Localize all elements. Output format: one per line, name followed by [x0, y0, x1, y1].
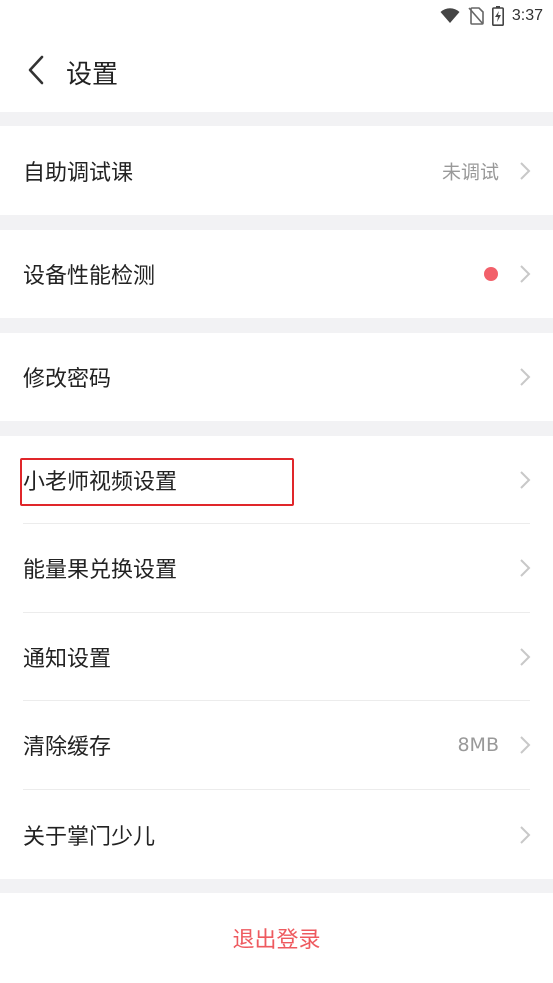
status-time: 3:37 — [511, 7, 543, 24]
about-row[interactable]: 关于掌门少儿 — [0, 790, 553, 879]
section-gap — [0, 879, 553, 893]
section-gap — [0, 421, 553, 436]
device-performance-check-row[interactable]: 设备性能检测 — [0, 230, 553, 318]
row-value: 8MB — [457, 734, 499, 756]
notification-settings-row[interactable]: 通知设置 — [0, 613, 553, 701]
chevron-right-icon — [520, 471, 531, 489]
row-label: 设备性能检测 — [23, 264, 156, 289]
row-label: 自助调试课 — [23, 160, 134, 186]
clear-cache-row[interactable]: 清除缓存 8MB — [0, 701, 553, 789]
chevron-right-icon — [520, 559, 531, 577]
section-gap — [0, 318, 553, 333]
row-value: 未调试 — [441, 161, 499, 183]
page-title: 设置 — [66, 60, 119, 90]
chevron-right-icon — [520, 825, 531, 844]
settings-screen: 3:37 设置 自助调试课 未调试 设备性能检测 修改密码 小老师视频设置 能量… — [0, 0, 553, 983]
header: 设置 — [0, 32, 553, 112]
row-label: 通知设置 — [23, 647, 112, 672]
row-label: 清除缓存 — [23, 735, 112, 760]
chevron-right-icon — [520, 736, 531, 754]
chevron-right-icon — [520, 648, 531, 666]
logout-button[interactable]: 退出登录 — [0, 893, 553, 983]
row-label: 关于掌门少儿 — [23, 824, 156, 850]
chevron-left-icon — [28, 55, 44, 85]
section-gap — [0, 112, 553, 126]
notification-dot — [484, 267, 498, 281]
row-label: 修改密码 — [23, 367, 112, 392]
battery-charging-icon — [491, 6, 504, 26]
logout-label: 退出登录 — [232, 928, 321, 953]
chevron-right-icon — [520, 161, 531, 180]
status-bar: 3:37 — [0, 0, 553, 32]
change-password-row[interactable]: 修改密码 — [0, 333, 553, 421]
no-sim-icon — [468, 7, 484, 25]
wifi-icon — [440, 8, 460, 23]
chevron-right-icon — [520, 368, 531, 386]
chevron-right-icon — [520, 265, 531, 283]
status-icons: 3:37 — [440, 4, 543, 28]
row-label: 小老师视频设置 — [23, 470, 178, 495]
row-label: 能量果兑换设置 — [23, 558, 178, 583]
energy-fruit-exchange-settings-row[interactable]: 能量果兑换设置 — [0, 524, 553, 612]
tutor-video-settings-row[interactable]: 小老师视频设置 — [0, 436, 553, 524]
self-debug-class-row[interactable]: 自助调试课 未调试 — [0, 126, 553, 215]
back-button[interactable] — [18, 50, 54, 90]
section-gap — [0, 215, 553, 230]
